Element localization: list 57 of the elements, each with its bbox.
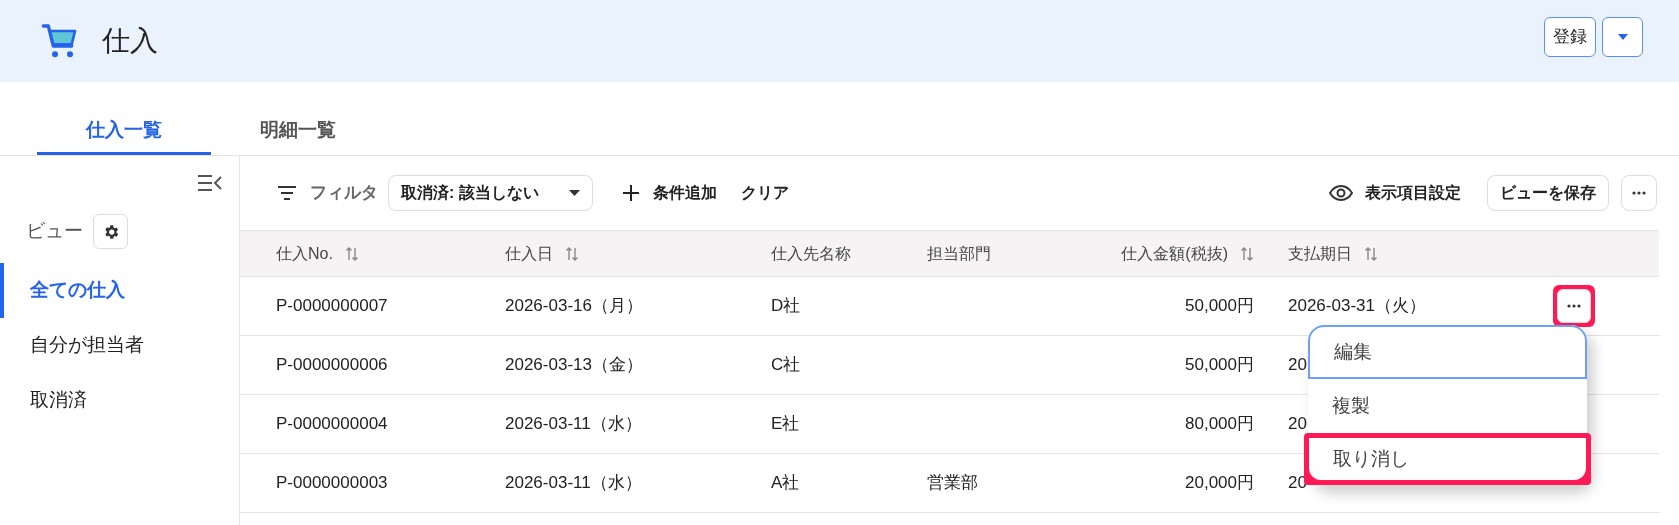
column-header: 仕入金額(税抜) xyxy=(1121,243,1228,264)
table-cell-text: 2026-03-16（月） xyxy=(505,295,643,318)
caret-icon xyxy=(568,190,580,196)
more-icon xyxy=(1632,191,1646,195)
table-cell-text: 20 xyxy=(1288,413,1307,436)
menu-item[interactable]: 複製 xyxy=(1308,379,1587,433)
column-header: 仕入日 xyxy=(505,243,553,264)
sort-icon[interactable] xyxy=(1240,245,1254,262)
column-header: 仕入先名称 xyxy=(771,243,851,264)
register-button[interactable]: 登録 xyxy=(1544,17,1596,57)
table-cell-text: P-0000000003 xyxy=(276,472,388,495)
table-cell-text: 2026-03-13（金） xyxy=(505,354,643,377)
more-button[interactable] xyxy=(1621,175,1657,211)
sort-icon[interactable] xyxy=(1364,245,1378,262)
table-cell-text: P-0000000004 xyxy=(276,413,388,436)
table-cell-text: 2026-03-11（水） xyxy=(505,472,642,495)
table-cell-text: P-0000000006 xyxy=(276,354,388,377)
tab[interactable]: 明細一覧 xyxy=(211,109,385,155)
filter-icon xyxy=(278,186,296,200)
table-cell-text: 2026-03-31（火） xyxy=(1288,295,1426,318)
column-settings-button[interactable]: 表示項目設定 xyxy=(1329,181,1461,205)
dropdown-button[interactable] xyxy=(1602,17,1643,57)
sidebar-item[interactable]: 取消済 xyxy=(0,373,239,428)
table-cell-text: 80,000円 xyxy=(1185,413,1254,436)
column-header: 支払期日 xyxy=(1288,243,1352,264)
menu-item[interactable]: 取り消し xyxy=(1309,438,1586,480)
view-settings-button[interactable] xyxy=(93,214,128,249)
column-header: 仕入No. xyxy=(276,243,333,264)
tab[interactable]: 仕入一覧 xyxy=(37,109,211,155)
more-icon xyxy=(1567,304,1581,308)
eye-icon xyxy=(1329,185,1353,201)
view-heading: ビュー xyxy=(26,219,83,244)
table-cell-text: 営業部 xyxy=(927,472,978,495)
table-cell-text: P-0000000007 xyxy=(276,295,388,318)
collapse-sidebar-icon[interactable] xyxy=(197,174,223,192)
plus-icon xyxy=(622,185,639,201)
page-title: 仕入 xyxy=(102,24,158,58)
table-cell-text: D社 xyxy=(771,295,801,318)
table-cell-text: E社 xyxy=(771,413,800,436)
sidebar-item[interactable]: 自分が担当者 xyxy=(0,318,239,373)
table-cell-text: 50,000円 xyxy=(1185,354,1254,377)
table-cell-text: 50,000円 xyxy=(1185,295,1254,318)
filter-label: フィルタ xyxy=(310,182,378,205)
caret-icon xyxy=(1617,34,1628,40)
table-cell-text: 20,000円 xyxy=(1185,472,1254,495)
menu-item[interactable]: 編集 xyxy=(1308,325,1587,379)
save-view-button[interactable]: ビューを保存 xyxy=(1487,175,1609,211)
clear-button[interactable]: クリア xyxy=(740,181,789,205)
add-condition-button[interactable]: 条件追加 xyxy=(622,181,717,205)
filter-chip[interactable]: 取消済: 該当しない xyxy=(388,175,593,211)
table-cell-text: 20 xyxy=(1288,354,1307,377)
table-cell-text: C社 xyxy=(771,354,801,377)
column-header: 担当部門 xyxy=(927,243,991,264)
sort-icon[interactable] xyxy=(565,245,579,262)
table-cell-text: A社 xyxy=(771,472,800,495)
sort-icon[interactable] xyxy=(344,245,359,262)
table-cell-text: 2026-03-11（水） xyxy=(505,413,642,436)
